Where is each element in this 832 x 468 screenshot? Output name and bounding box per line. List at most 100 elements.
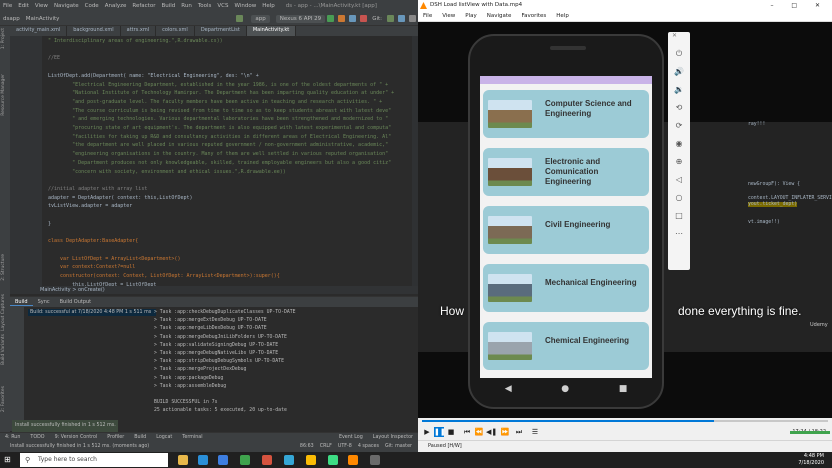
- player-menu-navigate[interactable]: Navigate: [482, 13, 517, 19]
- media-player-icon[interactable]: [348, 455, 358, 465]
- search-icon[interactable]: [409, 15, 416, 22]
- next-icon[interactable]: ⏭: [514, 427, 524, 437]
- system-tray[interactable]: 4:48 PM 7/18/2020: [798, 452, 824, 468]
- tool-window-button[interactable]: 9: Version Control: [50, 435, 103, 440]
- taskbar-search[interactable]: ⚲ Type here to search: [20, 453, 168, 467]
- breadcrumb-file[interactable]: MainActivity: [23, 16, 63, 22]
- rotate-right-icon[interactable]: ⟳: [673, 120, 685, 132]
- editor-tab[interactable]: DepartmentList: [195, 26, 247, 36]
- hammer-icon[interactable]: [236, 15, 244, 22]
- run-icon[interactable]: [327, 15, 335, 22]
- menu-item-edit[interactable]: Edit: [15, 3, 32, 9]
- volume-up-icon[interactable]: 🔊: [673, 66, 685, 78]
- menu-item-window[interactable]: Window: [232, 3, 260, 9]
- browser-icon[interactable]: [218, 455, 228, 465]
- android-studio-icon[interactable]: [328, 455, 338, 465]
- recents-icon[interactable]: ■: [619, 384, 628, 394]
- windows-start-icon[interactable]: ⊞: [4, 456, 12, 464]
- player-menu-help[interactable]: Help: [551, 13, 574, 19]
- menu-item-run[interactable]: Run: [178, 3, 195, 9]
- git-update-icon[interactable]: [387, 15, 394, 22]
- status-item[interactable]: CRLF: [320, 444, 332, 449]
- rewind-icon[interactable]: ⏪: [474, 427, 484, 437]
- file-explorer-icon[interactable]: [178, 455, 188, 465]
- department-card[interactable]: Chemical Engineering: [483, 322, 649, 370]
- zoom-icon[interactable]: ⊕: [673, 156, 685, 168]
- play-icon[interactable]: ▶: [422, 427, 432, 437]
- status-item[interactable]: 4 spaces: [358, 444, 379, 449]
- pause-icon[interactable]: ❚❚: [434, 427, 446, 437]
- git-commit-icon[interactable]: [398, 15, 405, 22]
- stop-icon[interactable]: ■: [446, 427, 456, 437]
- breadcrumb-project[interactable]: dsapp: [0, 16, 23, 22]
- tool-window-button[interactable]: TODO: [25, 435, 49, 440]
- phone-screen[interactable]: Computer Science and Engineering Electron…: [480, 76, 652, 378]
- fast-forward-icon[interactable]: ⏩: [500, 427, 510, 437]
- profile-icon[interactable]: [349, 15, 357, 22]
- camera-icon[interactable]: ◉: [673, 138, 685, 150]
- editor-tab[interactable]: MainActivity.kt: [246, 26, 297, 36]
- red-app-icon[interactable]: [262, 455, 272, 465]
- menu-item-refactor[interactable]: Refactor: [129, 3, 158, 9]
- menu-item-build[interactable]: Build: [158, 3, 178, 9]
- power-icon[interactable]: ⏻: [673, 48, 685, 60]
- player-menu-play[interactable]: Play: [460, 13, 481, 19]
- status-item[interactable]: 86:63: [300, 444, 314, 449]
- status-item[interactable]: UTF-8: [338, 444, 352, 449]
- back-button-icon[interactable]: ◁: [673, 174, 685, 186]
- window-controls[interactable]: – □ ✕: [770, 0, 828, 11]
- tool-window-button[interactable]: Event Log: [334, 435, 368, 440]
- left-tool-2[interactable]: 2: Structure: [1, 254, 6, 281]
- home-icon[interactable]: ●: [561, 384, 569, 394]
- green-app-icon[interactable]: [240, 455, 250, 465]
- code-editor[interactable]: " Interdisciplinary areas of engineering…: [42, 36, 412, 294]
- department-card[interactable]: Mechanical Engineering: [483, 264, 649, 312]
- left-tool-5[interactable]: 2: Favorites: [1, 386, 6, 412]
- app-icon[interactable]: [370, 455, 380, 465]
- tool-window-button[interactable]: Terminal: [177, 435, 207, 440]
- video-area[interactable]: newGroupF): View { context.LAYOUT_INFLAT…: [418, 22, 832, 418]
- steam-icon[interactable]: [198, 455, 208, 465]
- menu-item-file[interactable]: File: [0, 3, 15, 9]
- chrome-icon[interactable]: [306, 455, 316, 465]
- build-tree-item[interactable]: Build: successful at 7/18/2020 4:48 PM 1…: [28, 309, 156, 316]
- menu-item-vcs[interactable]: VCS: [214, 3, 231, 9]
- player-menu-file[interactable]: File: [418, 13, 437, 19]
- tool-window-button[interactable]: Logcat: [151, 435, 177, 440]
- home-button-icon[interactable]: ○: [673, 192, 685, 204]
- step-back-icon[interactable]: ◀❚: [486, 427, 497, 437]
- build-tab[interactable]: Build Output: [55, 299, 97, 305]
- playlist-icon[interactable]: ☰: [530, 427, 540, 437]
- left-tool-3[interactable]: Layout Captures: [1, 294, 6, 331]
- back-icon[interactable]: ◀: [505, 384, 512, 394]
- seek-track[interactable]: [422, 420, 828, 422]
- tool-window-button[interactable]: Profiler: [102, 435, 129, 440]
- overview-icon[interactable]: □: [673, 210, 685, 222]
- left-tool-0[interactable]: 1: Project: [1, 28, 6, 49]
- menu-item-view[interactable]: View: [32, 3, 51, 9]
- editor-breadcrumb[interactable]: MainActivity > onCreate(): [10, 286, 418, 294]
- editor-tab[interactable]: colors.xml: [156, 26, 195, 36]
- editor-tab[interactable]: activity_main.xml: [10, 26, 68, 36]
- debug-icon[interactable]: [338, 15, 346, 22]
- menu-item-tools[interactable]: Tools: [195, 3, 215, 9]
- volume-down-icon[interactable]: 🔉: [673, 84, 685, 96]
- previous-icon[interactable]: ⏮: [462, 427, 472, 437]
- player-menu-view[interactable]: View: [437, 13, 460, 19]
- run-config-select[interactable]: app: [251, 14, 270, 23]
- left-tool-1[interactable]: Resource Manager: [1, 74, 6, 116]
- tool-window-button[interactable]: 4: Run: [0, 435, 25, 440]
- left-tool-4[interactable]: Build Variants: [1, 334, 6, 365]
- close-icon[interactable]: ✕: [672, 32, 677, 39]
- menu-item-help[interactable]: Help: [259, 3, 278, 9]
- menu-item-navigate[interactable]: Navigate: [51, 3, 82, 9]
- build-tab[interactable]: Build: [10, 299, 33, 306]
- player-menu-favorites[interactable]: Favorites: [516, 13, 551, 19]
- install-toast[interactable]: Install successfully finished in 1 s 512…: [12, 420, 118, 432]
- editor-tab[interactable]: background.xml: [67, 26, 121, 36]
- tool-window-button[interactable]: Build: [129, 435, 151, 440]
- tool-window-button[interactable]: Layout Inspector: [368, 435, 418, 440]
- build-tab[interactable]: Sync: [33, 299, 55, 305]
- department-card[interactable]: Electronic and Comunication Engineering: [483, 148, 649, 196]
- more-icon[interactable]: ⋯: [673, 228, 685, 240]
